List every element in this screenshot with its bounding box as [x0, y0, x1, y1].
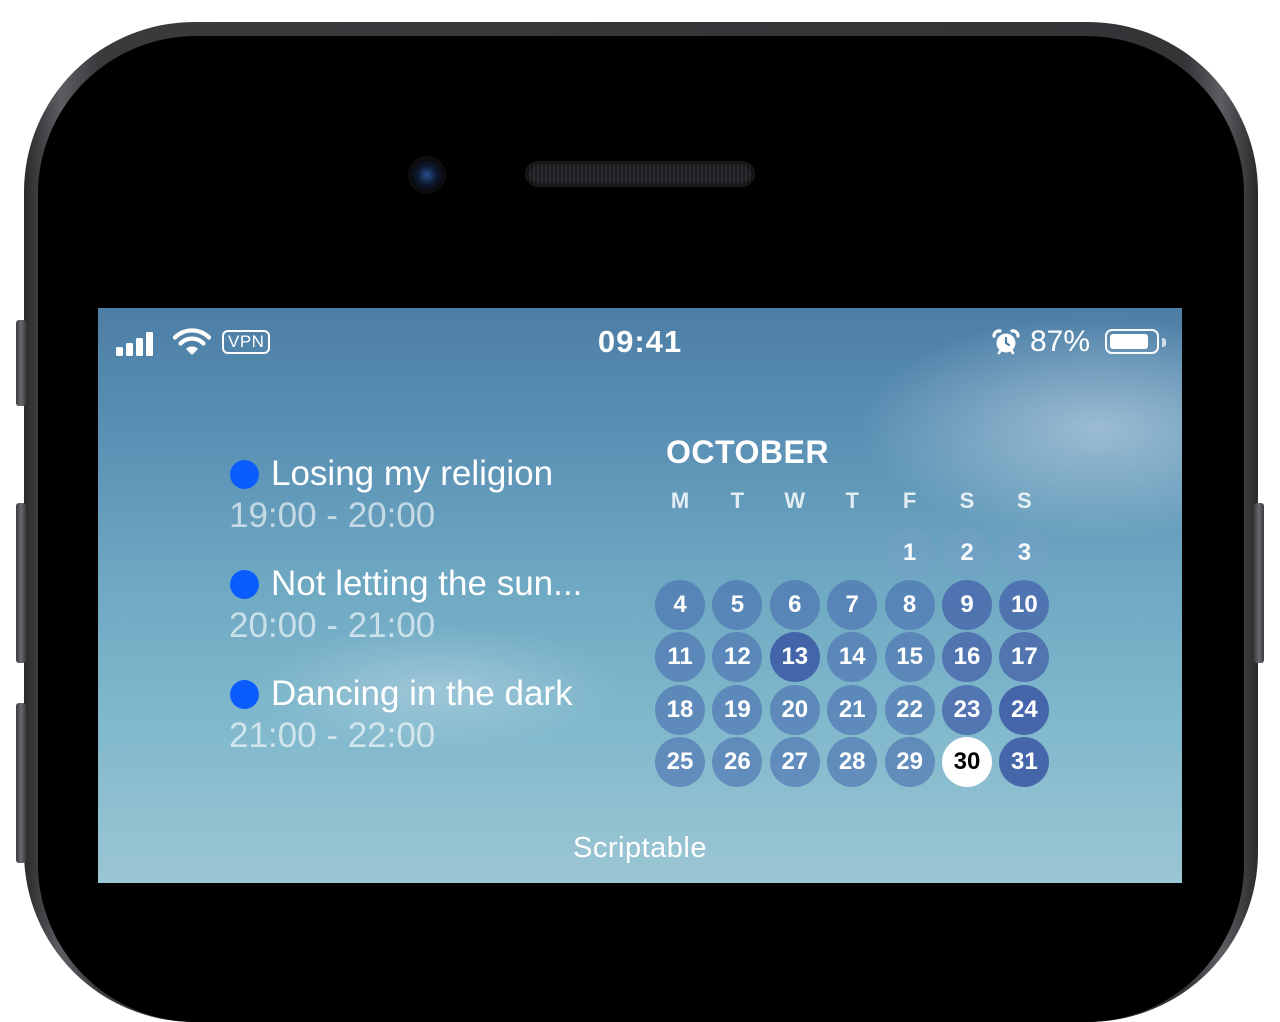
- weekday-label: W: [784, 488, 806, 513]
- event-title: Dancing in the dark: [271, 674, 573, 713]
- event-time: 20:00 - 21:00: [229, 606, 436, 645]
- calendar-day-9[interactable]: 9: [942, 580, 992, 631]
- calendar-day-20[interactable]: 20: [769, 684, 820, 735]
- month-calendar[interactable]: OCTOBER M T W T F S S 1 2 3 4 5 6 7 8 9 10 11 12 13 1…: [655, 434, 1055, 787]
- calendar-day-15[interactable]: 15: [884, 632, 935, 683]
- volume-up-button: [16, 503, 26, 663]
- front-camera: [408, 156, 446, 194]
- calendar-color-dot: [230, 569, 259, 599]
- battery-icon: [1105, 329, 1159, 354]
- power-button: [1254, 503, 1264, 663]
- calendar-day-18[interactable]: 18: [655, 684, 705, 735]
- event-item[interactable]: Dancing in the dark 21:00 - 22:00: [229, 674, 650, 784]
- event-item[interactable]: Not letting the sun... 20:00 - 21:00: [229, 564, 650, 674]
- alarm-clock-icon: [992, 329, 1020, 355]
- calendar-day-11[interactable]: 11: [655, 632, 705, 683]
- calendar-day-7[interactable]: 7: [827, 580, 878, 631]
- calendar-day-12[interactable]: 12: [712, 632, 763, 683]
- widget-app-label: Scriptable: [573, 832, 707, 864]
- calendar-day-8[interactable]: 8: [884, 580, 935, 631]
- calendar-day-21[interactable]: 21: [827, 684, 878, 735]
- calendar-month-title: OCTOBER: [666, 434, 829, 470]
- calendar-color-dot: [230, 459, 259, 489]
- event-item[interactable]: Losing my religion 19:00 - 20:00: [229, 454, 650, 564]
- weekday-label: S: [1017, 488, 1032, 513]
- weekday-header: M T W T F S S: [655, 474, 1055, 528]
- earpiece-speaker: [527, 163, 753, 185]
- event-title: Losing my religion: [271, 454, 554, 493]
- calendar-day-29[interactable]: 29: [884, 736, 935, 787]
- calendar-day-17[interactable]: 17: [999, 632, 1050, 683]
- weekday-label: T: [845, 488, 859, 513]
- calendar-day-5[interactable]: 5: [712, 580, 763, 631]
- calendar-day-19[interactable]: 19: [712, 684, 763, 735]
- calendar-day-3[interactable]: 3: [999, 528, 1050, 578]
- weekday-label: T: [730, 488, 745, 513]
- calendar-day-4[interactable]: 4: [655, 580, 705, 631]
- mute-switch: [16, 320, 26, 406]
- calendar-day-25[interactable]: 25: [655, 736, 705, 787]
- screen: VPN 09:41 87% Losing my religion 19:00 -…: [98, 308, 1182, 883]
- calendar-day-10[interactable]: 10: [999, 580, 1050, 631]
- calendar-day-1[interactable]: 1: [884, 528, 935, 578]
- calendar-day-22[interactable]: 22: [884, 684, 935, 735]
- calendar-day-28[interactable]: 28: [827, 736, 878, 787]
- calendar-day-27[interactable]: 27: [769, 736, 820, 787]
- event-time: 21:00 - 22:00: [229, 716, 436, 755]
- calendar-day-24[interactable]: 24: [999, 684, 1050, 735]
- status-bar: VPN 09:41 87%: [98, 324, 1182, 360]
- calendar-day-30[interactable]: 30: [942, 736, 992, 787]
- event-title: Not letting the sun...: [271, 564, 583, 603]
- weekday-label: M: [670, 488, 690, 513]
- calendar-day-2[interactable]: 2: [942, 528, 992, 578]
- battery-level-fill: [1110, 334, 1149, 349]
- weekday-label: S: [959, 488, 975, 513]
- calendar-day-31[interactable]: 31: [999, 736, 1050, 787]
- battery-percentage: 87%: [1030, 325, 1091, 358]
- calendar-day-26[interactable]: 26: [712, 736, 763, 787]
- weekday-label: F: [902, 488, 917, 513]
- calendar-color-dot: [230, 679, 259, 709]
- battery-cap: [1162, 338, 1166, 347]
- volume-down-button: [16, 703, 26, 863]
- upcoming-events-list[interactable]: Losing my religion 19:00 - 20:00 Not let…: [229, 454, 650, 784]
- event-time: 19:00 - 20:00: [229, 496, 436, 535]
- calendar-day-14[interactable]: 14: [827, 632, 878, 683]
- calendar-day-16[interactable]: 16: [942, 632, 992, 683]
- calendar-day-6[interactable]: 6: [769, 580, 820, 631]
- calendar-day-23[interactable]: 23: [942, 684, 992, 735]
- calendar-day-13[interactable]: 13: [769, 632, 820, 683]
